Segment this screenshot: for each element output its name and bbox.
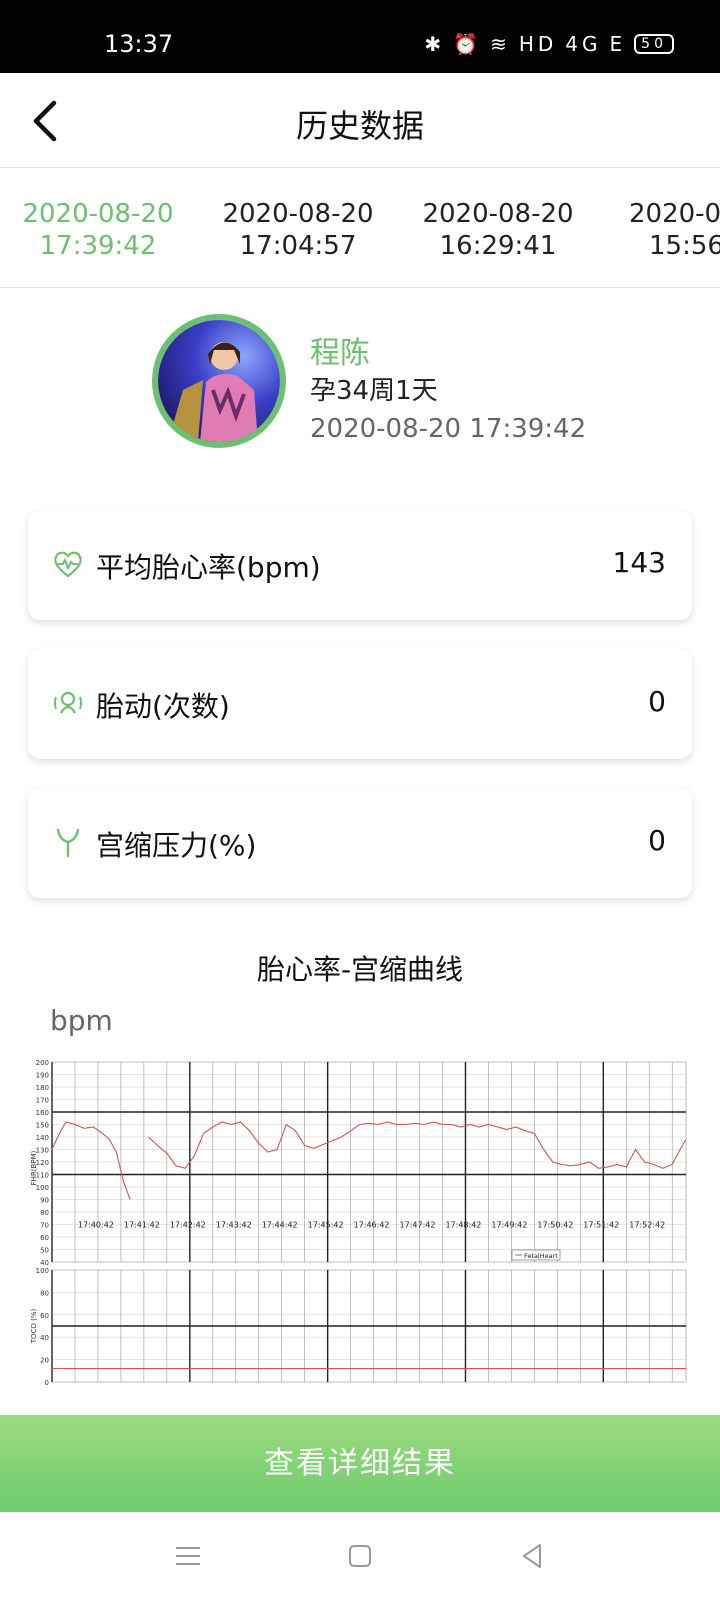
date-tab-date: 2020-08-20 xyxy=(422,199,574,229)
avatar xyxy=(152,314,286,448)
fhr-y-tick: 90 xyxy=(40,1197,49,1205)
toco-y-label: TOCO (%) xyxy=(30,1308,38,1344)
stat-label: 胎动(次数) xyxy=(96,690,230,723)
fhr-y-label: FHR(BPM) xyxy=(30,1150,38,1185)
fhr-toco-chart: 4050607080901001101201301401501601701801… xyxy=(30,1059,687,1387)
stat-value: 0 xyxy=(648,824,666,857)
toco-y-tick: 20 xyxy=(40,1357,49,1365)
fhr-y-tick: 200 xyxy=(36,1059,49,1067)
date-tab-date: 2020-08-20 xyxy=(222,199,374,229)
date-tab-date: 2020-08-20 xyxy=(629,199,720,229)
fhr-x-tick: 17:52:42 xyxy=(629,1221,665,1230)
date-tab-time: 15:56 xyxy=(649,231,720,261)
toco-y-tick: 100 xyxy=(36,1267,49,1275)
battery-icon: 50 xyxy=(634,34,674,54)
fhr-y-tick: 40 xyxy=(40,1259,49,1267)
fhr-x-tick: 17:46:42 xyxy=(354,1221,390,1230)
profile-section: 程陈 孕34周1天 2020-08-20 17:39:42 xyxy=(0,288,720,498)
date-tab[interactable]: 2020-08-20 16:29:41 xyxy=(403,198,593,262)
fhr-y-tick: 80 xyxy=(40,1209,49,1217)
bluetooth-icon: ✱ xyxy=(424,32,446,56)
record-time: 2020-08-20 17:39:42 xyxy=(310,414,587,444)
fhr-x-tick: 17:42:42 xyxy=(170,1221,206,1230)
status-icons: ✱ ⏰ ≋ HD 4G E 50 xyxy=(424,32,674,56)
fhr-x-tick: 17:45:42 xyxy=(308,1221,344,1230)
alarm-icon: ⏰ xyxy=(453,32,483,56)
fetal-movement-icon xyxy=(54,691,82,714)
date-tab-time: 17:39:42 xyxy=(39,231,157,261)
fhr-x-tick: 17:49:42 xyxy=(491,1221,527,1230)
home-icon[interactable] xyxy=(342,1538,378,1574)
contraction-icon xyxy=(56,828,80,858)
signal-e-icon: E xyxy=(609,32,627,56)
fhr-y-tick: 160 xyxy=(36,1109,49,1117)
fhr-x-tick: 17:48:42 xyxy=(445,1221,481,1230)
fhr-y-tick: 190 xyxy=(36,1072,49,1080)
fhr-x-tick: 17:41:42 xyxy=(124,1221,160,1230)
stat-card-fetal-movement: 胎动(次数) 0 xyxy=(28,649,692,759)
fhr-y-tick: 50 xyxy=(40,1247,49,1255)
fhr-y-tick: 70 xyxy=(40,1222,49,1230)
fhr-x-tick: 17:51:42 xyxy=(583,1221,619,1230)
stat-card-heart-rate: 平均胎心率(bpm) 143 xyxy=(28,510,692,620)
date-tab[interactable]: 2020-08-20 17:04:57 xyxy=(203,198,393,262)
fhr-x-tick: 17:47:42 xyxy=(400,1221,436,1230)
stat-value: 0 xyxy=(648,685,666,718)
date-tab-time: 17:04:57 xyxy=(239,231,357,261)
fhr-legend-label: FetalHeart xyxy=(524,1252,558,1260)
fhr-x-tick: 17:43:42 xyxy=(216,1221,252,1230)
network-label: HD xyxy=(518,32,558,56)
system-nav-bar xyxy=(0,1512,720,1600)
toco-y-tick: 60 xyxy=(40,1312,49,1320)
stat-value: 143 xyxy=(612,546,666,579)
avatar-image xyxy=(158,320,280,442)
date-tab-time: 16:29:41 xyxy=(439,231,557,261)
toco-y-tick: 0 xyxy=(45,1379,49,1387)
fhr-x-tick: 17:44:42 xyxy=(262,1221,298,1230)
fhr-y-tick: 150 xyxy=(36,1122,49,1130)
heart-pulse-icon xyxy=(54,551,82,578)
menu-icon[interactable] xyxy=(170,1538,206,1574)
chart-title: 胎心率-宫缩曲线 xyxy=(256,953,464,986)
date-tabs: 2020-08-20 17:39:42 2020-08-20 17:04:57 … xyxy=(0,168,720,288)
pregnancy-week: 孕34周1天 xyxy=(310,376,438,406)
date-tab-date: 2020-08-20 xyxy=(22,199,174,229)
view-details-button[interactable]: 查看详细结果 xyxy=(0,1415,720,1512)
fhr-x-tick: 17:40:42 xyxy=(78,1221,114,1230)
back-nav-icon[interactable] xyxy=(514,1538,550,1574)
app-header: 历史数据 xyxy=(0,73,720,168)
toco-y-tick: 40 xyxy=(40,1334,49,1342)
status-bar: 13:37 ✱ ⏰ ≋ HD 4G E 50 xyxy=(0,0,720,73)
fhr-y-tick: 60 xyxy=(40,1234,49,1242)
fhr-x-tick: 17:50:42 xyxy=(537,1221,573,1230)
signal-4g-icon: 4G xyxy=(565,32,602,56)
fhr-y-tick: 140 xyxy=(36,1134,49,1142)
date-tab[interactable]: 2020-08-20 15:56 xyxy=(603,198,720,262)
stat-label: 平均胎心率(bpm) xyxy=(96,551,321,584)
stat-card-contraction: 宫缩压力(%) 0 xyxy=(28,788,692,898)
fhr-y-tick: 170 xyxy=(36,1097,49,1105)
status-time: 13:37 xyxy=(104,30,174,58)
fhr-y-tick: 180 xyxy=(36,1084,49,1092)
date-tab[interactable]: 2020-08-20 17:39:42 xyxy=(3,198,193,262)
chart-unit: bpm xyxy=(50,1004,113,1037)
patient-name: 程陈 xyxy=(310,336,370,371)
page-title: 历史数据 xyxy=(295,107,424,145)
wifi-icon: ≋ xyxy=(490,32,511,56)
stat-label: 宫缩压力(%) xyxy=(96,829,257,862)
toco-y-tick: 80 xyxy=(40,1289,49,1297)
